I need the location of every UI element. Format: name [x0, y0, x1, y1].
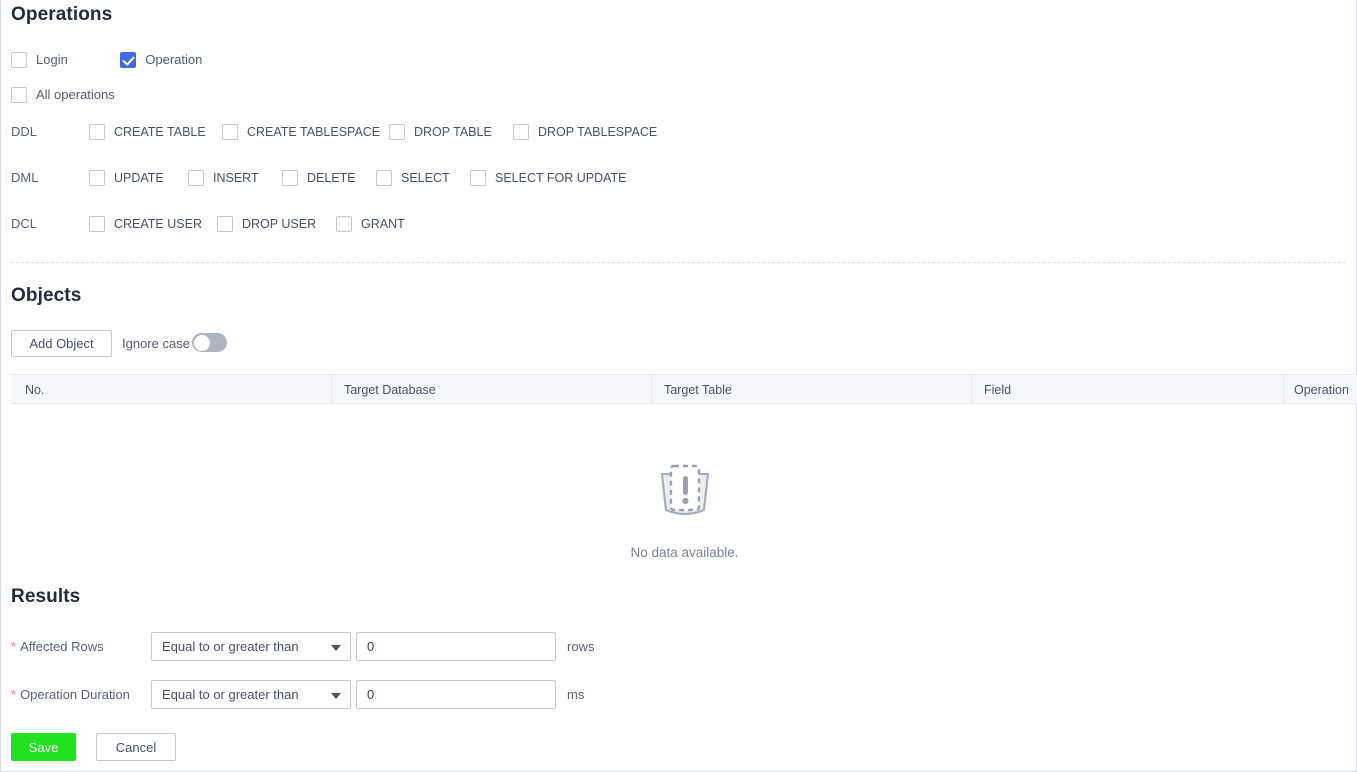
- checkbox-operation-label: Operation: [145, 52, 203, 68]
- checkbox-drop-tablespace-label: DROP TABLESPACE: [538, 125, 658, 139]
- field-label-operation-duration: * Operation Duration: [11, 687, 151, 702]
- checkbox-login-box[interactable]: [11, 51, 27, 68]
- select-affected-rows-operator-value: Equal to or greater than: [162, 639, 299, 654]
- field-label-affected-rows: * Affected Rows: [11, 639, 151, 654]
- checkbox-select-for-update-label: SELECT FOR UPDATE: [495, 171, 627, 185]
- checkbox-login[interactable]: Login: [11, 51, 68, 68]
- column-header-operation[interactable]: Operation: [1283, 375, 1357, 405]
- checkbox-insert[interactable]: INSERT: [188, 170, 259, 186]
- chevron-down-icon: [331, 645, 341, 651]
- checkbox-select[interactable]: SELECT: [376, 170, 450, 186]
- add-object-button[interactable]: Add Object: [11, 330, 112, 357]
- select-operation-duration-operator-value: Equal to or greater than: [162, 687, 299, 702]
- checkbox-delete-label: DELETE: [307, 171, 356, 185]
- column-header-target-table[interactable]: Target Table: [651, 375, 971, 405]
- field-operation-duration: * Operation Duration Equal to or greater …: [11, 680, 584, 709]
- checkbox-create-table-label: CREATE TABLE: [114, 125, 206, 139]
- checkbox-all-operations[interactable]: All operations: [11, 86, 115, 103]
- checkbox-login-label: Login: [36, 52, 68, 68]
- ignore-case-toggle[interactable]: [192, 333, 227, 352]
- field-affected-rows: * Affected Rows Equal to or greater than …: [11, 632, 594, 661]
- checkbox-grant-label: GRANT: [361, 217, 405, 231]
- checkbox-create-tablespace-label: CREATE TABLESPACE: [247, 125, 381, 139]
- objects-table-empty-state: No data available.: [11, 404, 1357, 574]
- operation-group-dcl: DCL: [11, 216, 89, 231]
- checkbox-drop-user-box[interactable]: [217, 216, 233, 232]
- checkbox-operation[interactable]: Operation: [120, 51, 203, 68]
- group-label-dcl: DCL: [11, 216, 38, 231]
- operation-group-dml: DML: [11, 170, 89, 185]
- checkbox-grant[interactable]: GRANT: [336, 216, 405, 232]
- no-data-text: No data available.: [630, 545, 739, 560]
- checkbox-drop-table-box[interactable]: [389, 124, 405, 140]
- form-footer: Save Cancel: [11, 733, 176, 761]
- operation-type-checkbox-row: Login Operation: [11, 51, 202, 69]
- unit-affected-rows: rows: [567, 639, 595, 654]
- toggle-knob: [193, 334, 210, 351]
- all-operations-row: All operations: [11, 86, 115, 104]
- input-affected-rows-value[interactable]: [356, 632, 556, 661]
- form-page: Operations Login Operation All operation…: [0, 0, 1357, 772]
- chevron-down-icon: [331, 693, 341, 699]
- group-label-dml: DML: [11, 170, 39, 185]
- objects-table-header: No. Target Database Target Table Field O…: [11, 374, 1357, 405]
- save-button[interactable]: Save: [11, 733, 76, 761]
- checkbox-insert-box[interactable]: [188, 170, 204, 186]
- unit-operation-duration: ms: [567, 687, 585, 702]
- column-header-field[interactable]: Field: [971, 375, 1283, 405]
- checkbox-update-label: UPDATE: [114, 171, 164, 185]
- checkbox-grant-box[interactable]: [336, 216, 352, 232]
- checkbox-select-for-update[interactable]: SELECT FOR UPDATE: [470, 170, 627, 186]
- checkbox-all-operations-label: All operations: [36, 87, 115, 103]
- checkbox-select-box[interactable]: [376, 170, 392, 186]
- section-divider: [11, 262, 1346, 263]
- checkbox-create-user[interactable]: CREATE USER: [89, 216, 202, 232]
- no-data-icon: [660, 464, 709, 516]
- select-affected-rows-operator[interactable]: Equal to or greater than: [151, 632, 351, 661]
- input-operation-duration-value[interactable]: [356, 680, 556, 709]
- checkbox-drop-tablespace-box[interactable]: [513, 124, 529, 140]
- select-operation-duration-operator[interactable]: Equal to or greater than: [151, 680, 351, 709]
- checkbox-update-box[interactable]: [89, 170, 105, 186]
- checkbox-all-operations-box[interactable]: [11, 86, 27, 103]
- results-section-title: Results: [11, 586, 81, 607]
- checkbox-create-table[interactable]: CREATE TABLE: [89, 124, 206, 140]
- checkbox-drop-user-label: DROP USER: [242, 217, 317, 231]
- operations-section-title: Operations: [11, 4, 113, 25]
- checkbox-create-tablespace[interactable]: CREATE TABLESPACE: [222, 124, 380, 140]
- column-header-no[interactable]: No.: [11, 375, 331, 405]
- field-label-affected-rows-text: Affected Rows: [20, 639, 104, 654]
- checkbox-drop-tablespace[interactable]: DROP TABLESPACE: [513, 124, 657, 140]
- required-asterisk: *: [11, 687, 17, 702]
- checkbox-drop-table[interactable]: DROP TABLE: [389, 124, 492, 140]
- checkbox-create-tablespace-box[interactable]: [222, 124, 238, 140]
- cancel-button[interactable]: Cancel: [96, 733, 176, 761]
- checkbox-drop-table-label: DROP TABLE: [414, 125, 492, 139]
- checkbox-select-label: SELECT: [401, 171, 450, 185]
- checkbox-drop-user[interactable]: DROP USER: [217, 216, 316, 232]
- objects-section-title: Objects: [11, 285, 82, 306]
- group-label-ddl: DDL: [11, 124, 38, 139]
- checkbox-update[interactable]: UPDATE: [89, 170, 164, 186]
- column-header-target-database[interactable]: Target Database: [331, 375, 651, 405]
- field-label-operation-duration-text: Operation Duration: [20, 687, 130, 702]
- ignore-case-label: Ignore case: [122, 336, 190, 351]
- checkbox-create-table-box[interactable]: [89, 124, 105, 140]
- checkbox-create-user-box[interactable]: [89, 216, 105, 232]
- checkbox-create-user-label: CREATE USER: [114, 217, 202, 231]
- checkbox-delete[interactable]: DELETE: [282, 170, 356, 186]
- checkbox-delete-box[interactable]: [282, 170, 298, 186]
- required-asterisk: *: [11, 639, 17, 654]
- checkbox-insert-label: INSERT: [213, 171, 259, 185]
- checkbox-select-for-update-box[interactable]: [470, 170, 486, 186]
- operation-group-ddl: DDL: [11, 124, 89, 139]
- checkbox-operation-box[interactable]: [120, 51, 137, 68]
